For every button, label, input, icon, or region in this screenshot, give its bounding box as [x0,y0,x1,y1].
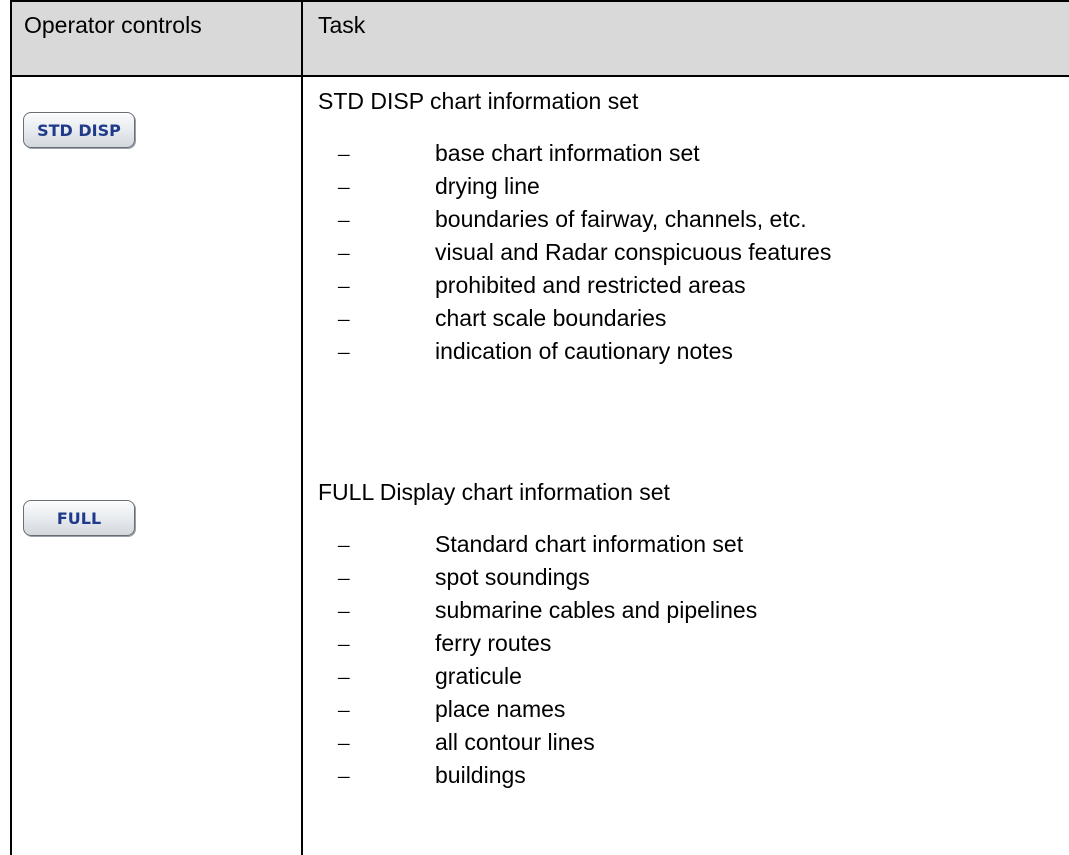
dash-bullet: – [338,273,350,298]
list-item: – drying line [318,170,1069,203]
list-item-text: submarine cables and pipelines [435,597,758,623]
full-title: FULL Display chart information set [318,479,670,505]
list-item: – buildings [318,759,1069,792]
list-item: – spot soundings [318,561,1069,594]
list-item: – boundaries of fairway, channels, etc. [318,203,1069,236]
full-button[interactable]: FULL [23,500,135,536]
operator-controls-table: Operator controls Task STD DISP FULL STD… [10,0,1069,855]
header-cell-task: Task [302,0,1069,77]
std-disp-task-block: STD DISP chart information set – base cha… [303,77,1069,468]
list-item-text: chart scale boundaries [435,305,667,331]
table-header-row: Operator controls Task [10,0,1069,77]
full-control-block: FULL [12,468,301,855]
header-cell-operator-controls: Operator controls [10,0,303,77]
table-body-row: STD DISP FULL STD DISP chart information… [10,76,1069,855]
list-item: – all contour lines [318,726,1069,759]
full-item-list: – Standard chart information set – spot so… [318,528,1069,792]
operator-controls-cell: STD DISP FULL [10,76,303,855]
std-disp-item-list: – base chart information set – drying line… [318,137,1069,368]
list-item-text: boundaries of fairway, channels, etc. [435,206,807,232]
list-item-text: spot soundings [435,564,590,590]
dash-bullet: – [338,306,350,331]
list-item: – visual and Radar conspicuous features [318,236,1069,269]
list-item: – chart scale boundaries [318,302,1069,335]
list-item-text: graticule [435,663,522,689]
dash-bullet: – [338,730,350,755]
list-item: – indication of cautionary notes [318,335,1069,368]
list-item: – graticule [318,660,1069,693]
std-disp-title: STD DISP chart information set [318,88,639,114]
dash-bullet: – [338,565,350,590]
list-item-text: ferry routes [435,630,552,656]
dash-bullet: – [338,664,350,689]
list-item-text: Standard chart information set [435,531,744,557]
dash-bullet: – [338,141,350,166]
list-item: – Standard chart information set [318,528,1069,561]
list-item-text: prohibited and restricted areas [435,272,746,298]
list-item: – prohibited and restricted areas [318,269,1069,302]
list-item: – ferry routes [318,627,1069,660]
header-operator-controls: Operator controls [24,12,202,38]
dash-bullet: – [338,697,350,722]
dash-bullet: – [338,240,350,265]
list-item-text: buildings [435,762,526,788]
list-item-text: indication of cautionary notes [435,338,733,364]
full-task-block: FULL Display chart information set – Stan… [303,468,1069,855]
std-disp-control-block: STD DISP [12,77,301,468]
list-item-text: all contour lines [435,729,595,755]
list-item-text: drying line [435,173,540,199]
dash-bullet: – [338,207,350,232]
list-item: – base chart information set [318,137,1069,170]
dash-bullet: – [338,598,350,623]
list-item-text: base chart information set [435,140,700,166]
dash-bullet: – [338,763,350,788]
list-item: – submarine cables and pipelines [318,594,1069,627]
list-item: – place names [318,693,1069,726]
list-item-text: place names [435,696,566,722]
dash-bullet: – [338,174,350,199]
dash-bullet: – [338,532,350,557]
task-cell: STD DISP chart information set – base cha… [302,76,1069,855]
dash-bullet: – [338,339,350,364]
std-disp-button[interactable]: STD DISP [23,112,135,148]
list-item-text: visual and Radar conspicuous features [435,239,832,265]
header-task: Task [318,12,366,38]
dash-bullet: – [338,631,350,656]
